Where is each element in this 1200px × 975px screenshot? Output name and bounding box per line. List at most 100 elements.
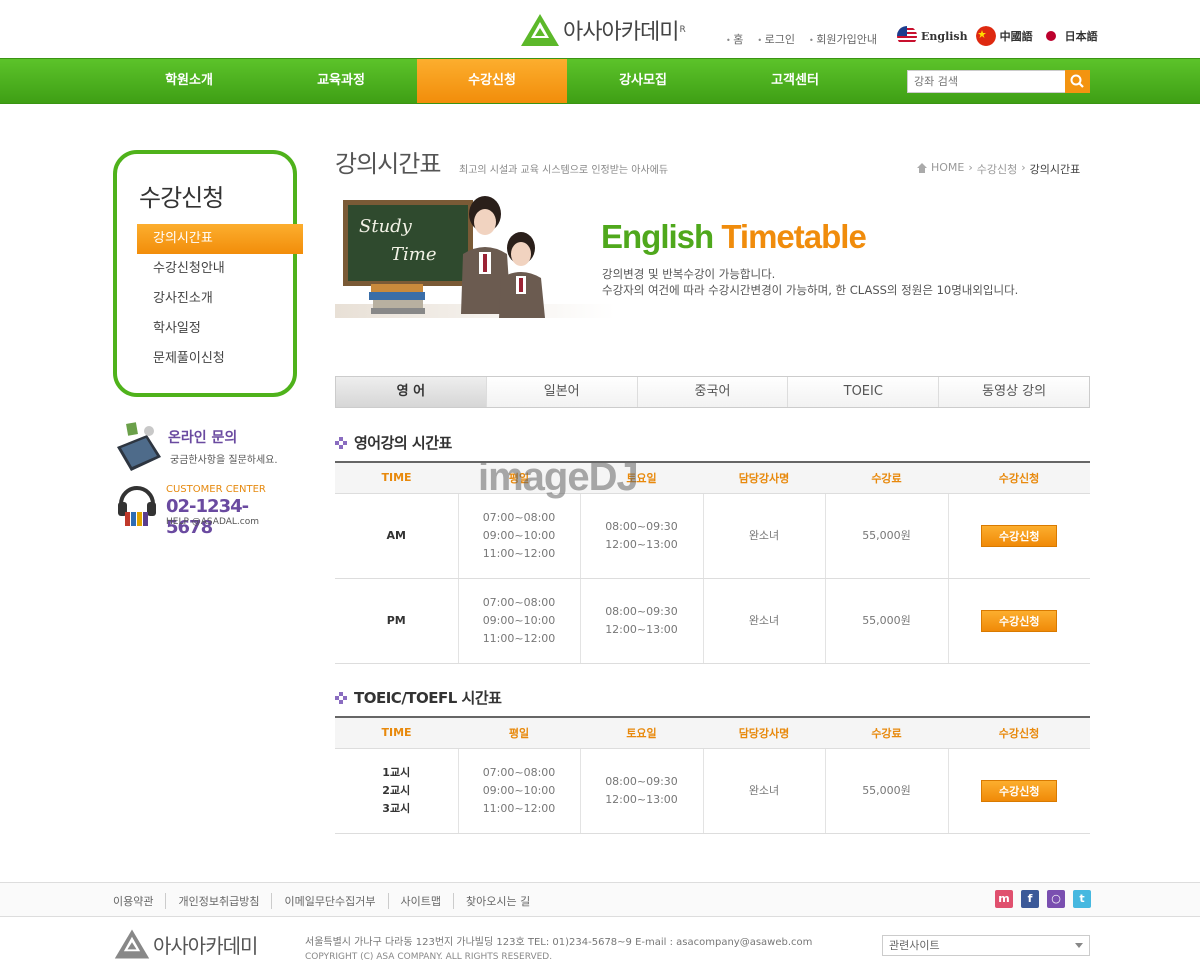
search-button[interactable]: [1065, 70, 1090, 93]
fee-cell: 55,000원: [825, 493, 949, 579]
course-tabs: 영 어 일본어 중국어 TOEIC 동영상 강의: [335, 376, 1090, 408]
breadcrumb-current: 강의시간표: [1029, 163, 1081, 176]
customer-center-banner: CUSTOMER CENTER 02-1234-5678 HELP @ASADA…: [113, 480, 293, 538]
weekday-slot: 07:00~08:00: [482, 765, 556, 779]
online-inquiry-banner[interactable]: 온라인 문의 궁금한사항을 질문하세요.: [113, 417, 293, 477]
chat-bubble-icon[interactable]: ○: [1047, 890, 1065, 908]
time-cell: 1교시 2교시 3교시: [335, 748, 459, 834]
section-title-english: 영어강의 시간표: [335, 432, 452, 453]
japan-flag-icon: [1040, 26, 1061, 46]
saturday-slot: 12:00~13:00: [605, 537, 678, 551]
home-link[interactable]: 홈: [726, 31, 743, 47]
banner-title-timetable: Timetable: [721, 218, 866, 255]
breadcrumb-enroll[interactable]: 수강신청: [977, 161, 1017, 177]
chevron-down-icon: [1075, 943, 1083, 948]
english-timetable: TIME 평일 토요일 담당강사명 수강료 수강신청 AM 07:00~08:0…: [335, 461, 1090, 664]
chalkboard-text-study: Study: [359, 216, 413, 237]
weekday-cell: 07:00~08:00 09:00~10:00 11:00~12:00: [458, 493, 581, 579]
footer-link-privacy[interactable]: 개인정보취급방침: [166, 893, 273, 909]
column-header-fee: 수강료: [825, 716, 948, 749]
banner-title-english: English: [601, 218, 714, 255]
nav-item-support[interactable]: 고객센터: [720, 59, 870, 103]
twitter-icon[interactable]: t: [1073, 890, 1091, 908]
period-label: 2교시: [382, 783, 411, 797]
apply-button[interactable]: 수강신청: [981, 524, 1058, 547]
banner-title: English Timetable: [601, 218, 867, 256]
section-title-toeic-text: TOEIC/TOEFL 시간표: [354, 689, 502, 707]
nav-item-about[interactable]: 학원소개: [114, 59, 264, 103]
tab-chinese[interactable]: 중국어: [637, 377, 789, 407]
tablet-icon: [117, 422, 161, 471]
online-inquiry-subtitle: 궁금한사항을 질문하세요.: [170, 455, 278, 466]
footer-link-sitemap[interactable]: 사이트맵: [389, 893, 455, 909]
weekday-slot: 09:00~10:00: [482, 783, 556, 797]
tab-video-lecture[interactable]: 동영상 강의: [939, 377, 1089, 407]
site-logo[interactable]: 아사아카데미 R: [519, 12, 686, 48]
page-subtitle: 최고의 시설과 교육 시스템으로 인정받는 아사에듀: [459, 165, 669, 176]
headset-icon: [118, 486, 156, 526]
weekday-slot: 07:00~08:00: [482, 510, 556, 524]
chevron-right-icon: ›: [968, 161, 973, 174]
saturday-cell: 08:00~09:30 12:00~13:00: [580, 493, 704, 579]
footer-link-terms[interactable]: 이용약관: [113, 893, 167, 909]
teacher-cell: 완소녀: [703, 493, 826, 579]
footer-logo: 아사아카데미: [113, 927, 258, 961]
column-header-apply: 수강신청: [948, 461, 1090, 494]
social-links: m f ○ t: [995, 890, 1091, 908]
language-selector: English 中國語 日本語: [897, 26, 1098, 46]
saturday-slot: 08:00~09:30: [605, 604, 678, 618]
signup-guide-link[interactable]: 회원가입안내: [809, 31, 877, 47]
sidebar-item-timetable[interactable]: 강의시간표: [137, 224, 303, 254]
top-links: 홈 로그인 회원가입안내: [726, 31, 877, 47]
tab-japanese[interactable]: 일본어: [486, 377, 638, 407]
weekday-slot: 11:00~12:00: [482, 631, 556, 645]
chevron-right-icon: ›: [1021, 161, 1026, 174]
related-sites-select[interactable]: 관련사이트: [882, 935, 1090, 956]
footer-copyright: COPYRIGHT (C) ASA COMPANY. ALL RIGHTS RE…: [305, 952, 553, 962]
china-flag-icon: [975, 26, 996, 46]
students-chalkboard-illustration: Study Time: [335, 196, 615, 318]
us-flag-icon: [897, 26, 917, 46]
sidebar-item-schedule[interactable]: 학사일정: [137, 314, 301, 344]
sidebar-item-teachers[interactable]: 강사진소개: [137, 284, 301, 314]
period-label: 1교시: [382, 765, 411, 779]
home-icon: [917, 163, 927, 173]
weekday-slot: 07:00~08:00: [482, 595, 556, 609]
lang-japanese[interactable]: 日本語: [1040, 26, 1098, 46]
sidebar-item-problem-solving[interactable]: 문제풀이신청: [137, 344, 301, 374]
me2day-icon[interactable]: m: [995, 890, 1013, 908]
section-title-english-text: 영어강의 시간표: [354, 434, 452, 452]
table-header-row: TIME 평일 토요일 담당강사명 수강료 수강신청: [335, 461, 1090, 494]
tab-english[interactable]: 영 어: [336, 377, 487, 407]
banner-description: 강의변경 및 반복수강이 가능합니다. 수강자의 여건에 따라 수강시간변경이 …: [602, 266, 1018, 298]
footer-link-directions[interactable]: 찾아오시는 길: [454, 893, 542, 909]
apply-cell: 수강신청: [948, 493, 1090, 579]
lang-chinese[interactable]: 中國語: [975, 26, 1033, 46]
weekday-slot: 09:00~10:00: [482, 613, 556, 627]
tab-toeic[interactable]: TOEIC: [788, 377, 940, 407]
nav-item-recruit[interactable]: 강사모집: [568, 59, 718, 103]
teacher-cell: 완소녀: [703, 748, 826, 834]
weekday-slot: 09:00~10:00: [482, 528, 556, 542]
top-bar: 아사아카데미 R 홈 로그인 회원가입안내 English 中國語: [0, 0, 1200, 58]
facebook-icon[interactable]: f: [1021, 890, 1039, 908]
logo-text: 아사아카데미: [563, 20, 679, 45]
saturday-slot: 12:00~13:00: [605, 792, 678, 806]
sidebar-item-enroll-guide[interactable]: 수강신청안내: [137, 254, 301, 284]
weekday-slot: 11:00~12:00: [482, 546, 556, 560]
period-label: 3교시: [382, 801, 411, 815]
timetable-banner: Study Time English Timetable 강의변경 및 반복수강…: [335, 196, 1090, 321]
footer-link-bar: 이용약관 개인정보취급방침 이메일무단수집거부 사이트맵 찾아오시는 길 m f…: [0, 882, 1200, 917]
lang-english[interactable]: English: [897, 26, 968, 46]
footer-link-email-policy[interactable]: 이메일무단수집거부: [272, 893, 389, 909]
breadcrumb-home[interactable]: HOME: [931, 161, 964, 177]
saturday-slot: 08:00~09:30: [605, 519, 678, 533]
search-input[interactable]: [908, 71, 1063, 92]
column-header-fee: 수강료: [825, 461, 948, 494]
nav-item-enroll[interactable]: 수강신청: [417, 59, 567, 103]
apply-button[interactable]: 수강신청: [981, 609, 1058, 632]
nav-item-courses[interactable]: 교육과정: [266, 59, 416, 103]
toeic-timetable: TIME 평일 토요일 담당강사명 수강료 수강신청 1교시 2교시 3교시 0…: [335, 716, 1090, 834]
login-link[interactable]: 로그인: [757, 31, 795, 47]
apply-button[interactable]: 수강신청: [981, 779, 1058, 802]
